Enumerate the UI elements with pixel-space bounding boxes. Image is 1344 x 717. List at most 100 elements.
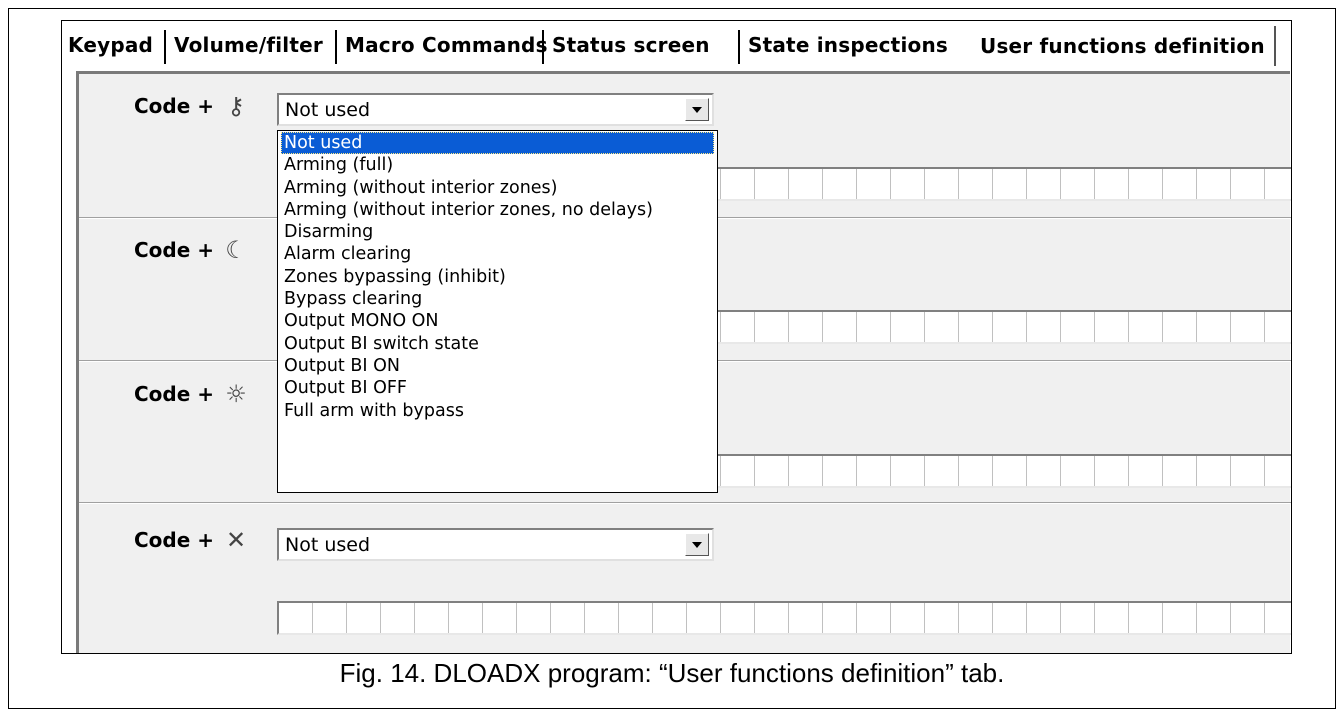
parameter-cell[interactable]: [1061, 169, 1095, 199]
parameter-cell[interactable]: [789, 312, 823, 342]
dropdown-button[interactable]: [685, 98, 709, 121]
parameter-cell[interactable]: [959, 169, 993, 199]
parameter-cell[interactable]: [993, 169, 1027, 199]
dropdown-option[interactable]: Arming (full): [281, 154, 714, 176]
dropdown-option[interactable]: Disarming: [281, 221, 714, 243]
parameter-cell[interactable]: [1265, 603, 1291, 633]
parameter-cell[interactable]: [857, 456, 891, 486]
dropdown-option[interactable]: Arming (without interior zones): [281, 177, 714, 199]
dropdown-option[interactable]: Output BI ON: [281, 355, 714, 377]
dropdown-option[interactable]: Output BI OFF: [281, 377, 714, 399]
parameter-cell[interactable]: [347, 603, 381, 633]
parameter-cell[interactable]: [755, 603, 789, 633]
dropdown-option[interactable]: Alarm clearing: [281, 243, 714, 265]
tab-state-inspections[interactable]: State inspections: [748, 21, 948, 69]
parameter-cell[interactable]: [959, 603, 993, 633]
parameter-cell[interactable]: [1163, 456, 1197, 486]
parameter-cell[interactable]: [1061, 456, 1095, 486]
parameter-cell[interactable]: [1027, 312, 1061, 342]
parameter-cell[interactable]: [721, 169, 755, 199]
parameter-cell[interactable]: [925, 312, 959, 342]
parameter-cell[interactable]: [823, 456, 857, 486]
parameter-cell[interactable]: [279, 603, 313, 633]
parameter-cell[interactable]: [721, 312, 755, 342]
tab-status-screen[interactable]: Status screen: [552, 21, 710, 69]
dropdown-option[interactable]: Full arm with bypass: [281, 400, 714, 422]
parameter-cell[interactable]: [1197, 169, 1231, 199]
dropdown-option[interactable]: Not used: [281, 132, 714, 155]
parameter-cell[interactable]: [1231, 169, 1265, 199]
parameter-cell[interactable]: [1231, 312, 1265, 342]
parameter-cell[interactable]: [1265, 456, 1291, 486]
parameter-cell[interactable]: [517, 603, 551, 633]
parameter-cell[interactable]: [891, 169, 925, 199]
tab-volume-filter[interactable]: Volume/filter: [174, 21, 323, 69]
parameter-cell[interactable]: [857, 312, 891, 342]
parameter-cell[interactable]: [1027, 456, 1061, 486]
parameter-cell[interactable]: [1231, 603, 1265, 633]
parameter-cell[interactable]: [1129, 456, 1163, 486]
dropdown-option[interactable]: Arming (without interior zones, no delay…: [281, 199, 714, 221]
parameter-cell[interactable]: [891, 603, 925, 633]
parameter-cell[interactable]: [653, 603, 687, 633]
parameter-cell[interactable]: [1163, 603, 1197, 633]
parameter-cell[interactable]: [891, 312, 925, 342]
dropdown-option[interactable]: Output MONO ON: [281, 310, 714, 332]
parameter-cell[interactable]: [619, 603, 653, 633]
parameter-cell[interactable]: [483, 603, 517, 633]
parameter-cell[interactable]: [721, 456, 755, 486]
parameter-cell[interactable]: [891, 456, 925, 486]
parameter-cell[interactable]: [925, 603, 959, 633]
parameter-cell[interactable]: [993, 312, 1027, 342]
parameter-cell[interactable]: [1027, 603, 1061, 633]
parameter-cell[interactable]: [755, 312, 789, 342]
parameter-cell[interactable]: [687, 603, 721, 633]
dropdown-option[interactable]: Zones bypassing (inhibit): [281, 266, 714, 288]
parameter-cell[interactable]: [823, 312, 857, 342]
parameter-cells-x[interactable]: [277, 601, 1291, 635]
parameter-cell[interactable]: [993, 456, 1027, 486]
parameter-cell[interactable]: [1265, 169, 1291, 199]
parameter-cell[interactable]: [1095, 603, 1129, 633]
parameter-cell[interactable]: [1027, 169, 1061, 199]
parameter-cell[interactable]: [721, 603, 755, 633]
parameter-cell[interactable]: [381, 603, 415, 633]
parameter-cell[interactable]: [755, 456, 789, 486]
parameter-cell[interactable]: [993, 603, 1027, 633]
parameter-cell[interactable]: [551, 603, 585, 633]
parameter-cell[interactable]: [823, 603, 857, 633]
tab-keypad[interactable]: Keypad: [68, 21, 153, 69]
parameter-cell[interactable]: [1163, 312, 1197, 342]
parameter-cell[interactable]: [925, 169, 959, 199]
parameter-cell[interactable]: [789, 169, 823, 199]
parameter-cell[interactable]: [1061, 312, 1095, 342]
parameter-cell[interactable]: [789, 603, 823, 633]
parameter-cell[interactable]: [959, 456, 993, 486]
parameter-cell[interactable]: [1265, 312, 1291, 342]
parameter-cell[interactable]: [1095, 456, 1129, 486]
function-dropdown-list[interactable]: Not used Arming (full) Arming (without i…: [277, 130, 718, 493]
parameter-cell[interactable]: [857, 603, 891, 633]
parameter-cell[interactable]: [449, 603, 483, 633]
parameter-cell[interactable]: [1197, 603, 1231, 633]
dropdown-option[interactable]: Bypass clearing: [281, 288, 714, 310]
parameter-cell[interactable]: [415, 603, 449, 633]
parameter-cell[interactable]: [823, 169, 857, 199]
parameter-cell[interactable]: [959, 312, 993, 342]
parameter-cell[interactable]: [1095, 312, 1129, 342]
parameter-cell[interactable]: [857, 169, 891, 199]
parameter-cell[interactable]: [925, 456, 959, 486]
function-select-x[interactable]: Not used: [277, 528, 714, 561]
parameter-cell[interactable]: [1129, 603, 1163, 633]
parameter-cell[interactable]: [1129, 312, 1163, 342]
parameter-cell[interactable]: [755, 169, 789, 199]
parameter-cell[interactable]: [1231, 456, 1265, 486]
parameter-cell[interactable]: [1197, 312, 1231, 342]
dropdown-button[interactable]: [685, 533, 709, 556]
tab-macro-commands[interactable]: Macro Commands: [345, 21, 548, 69]
function-select-key[interactable]: Not used: [277, 93, 714, 126]
parameter-cell[interactable]: [313, 603, 347, 633]
parameter-cell[interactable]: [1095, 169, 1129, 199]
parameter-cell[interactable]: [585, 603, 619, 633]
parameter-cell[interactable]: [1197, 456, 1231, 486]
